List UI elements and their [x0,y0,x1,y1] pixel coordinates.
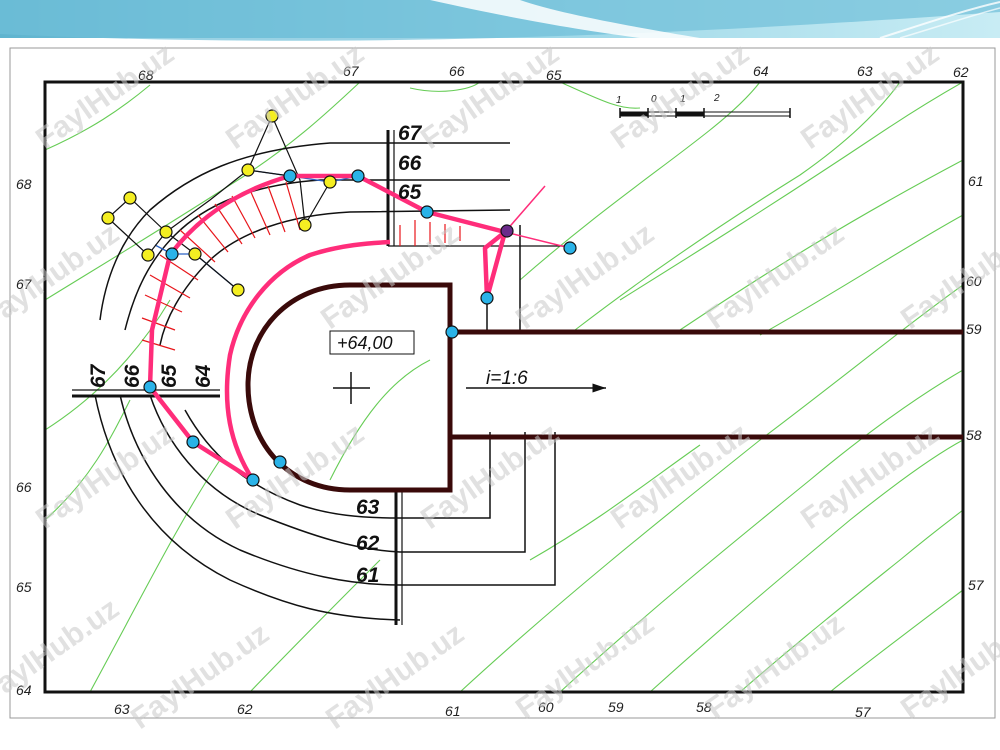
scale-label-0: 1 [616,95,622,106]
watermark: FaylHub.uz [700,217,850,336]
watermark: FaylHub.uz [605,37,755,156]
topographic-slide: 1 0 1 2 +64,00 i=1:6 67 66 65 67 66 65 6… [0,0,1000,736]
watermark: FaylHub.uz [30,37,180,156]
scale-left-67: 67 [87,363,110,388]
scale-fill-63: 63 [356,496,380,519]
scale-upper-66: 66 [398,152,422,175]
scale-upper-65: 65 [398,181,422,204]
watermark: FaylHub.uz [895,607,1000,726]
scale-fill-61: 61 [356,564,379,587]
frame-left-66: 66 [16,479,32,495]
node-purple [500,224,514,238]
watermark: FaylHub.uz [700,607,850,726]
frame-bottom-57: 57 [855,704,872,720]
frame-top-62: 62 [953,64,969,80]
frame-right-58: 58 [966,427,982,443]
frame-top-64: 64 [753,63,769,79]
nodes-yellow [101,109,337,297]
watermark: FaylHub.uz [510,607,660,726]
scale-fill-62: 62 [356,532,380,555]
watermark: FaylHub.uz [895,217,1000,336]
frame-right-57: 57 [968,577,985,593]
scale-left-66: 66 [121,364,144,388]
watermark: FaylHub.uz [415,37,565,156]
watermark: FaylHub.uz [510,217,660,336]
scale-left-64: 64 [192,364,215,388]
fill-extension [504,185,571,249]
pad-elevation: +64,00 [337,333,393,353]
frame-bottom-62: 62 [237,701,253,717]
frame-bottom-59: 59 [608,699,624,715]
watermark: FaylHub.uz [315,217,465,336]
frame-left-65: 65 [16,579,32,595]
frame-bottom-61: 61 [445,703,461,719]
frame-left-68: 68 [16,176,32,192]
scale-label-3: 2 [713,93,720,104]
frame-right-61: 61 [968,173,984,189]
road-slope-label: i=1:6 [486,368,528,389]
watermark: FaylHub.uz [795,37,945,156]
center-cross-icon [333,372,370,404]
header-band [0,0,1000,41]
scale-left-65: 65 [158,364,181,388]
frame-top-66: 66 [449,63,465,79]
watermark: FaylHub.uz [220,37,370,156]
frame-right-59: 59 [966,321,982,337]
